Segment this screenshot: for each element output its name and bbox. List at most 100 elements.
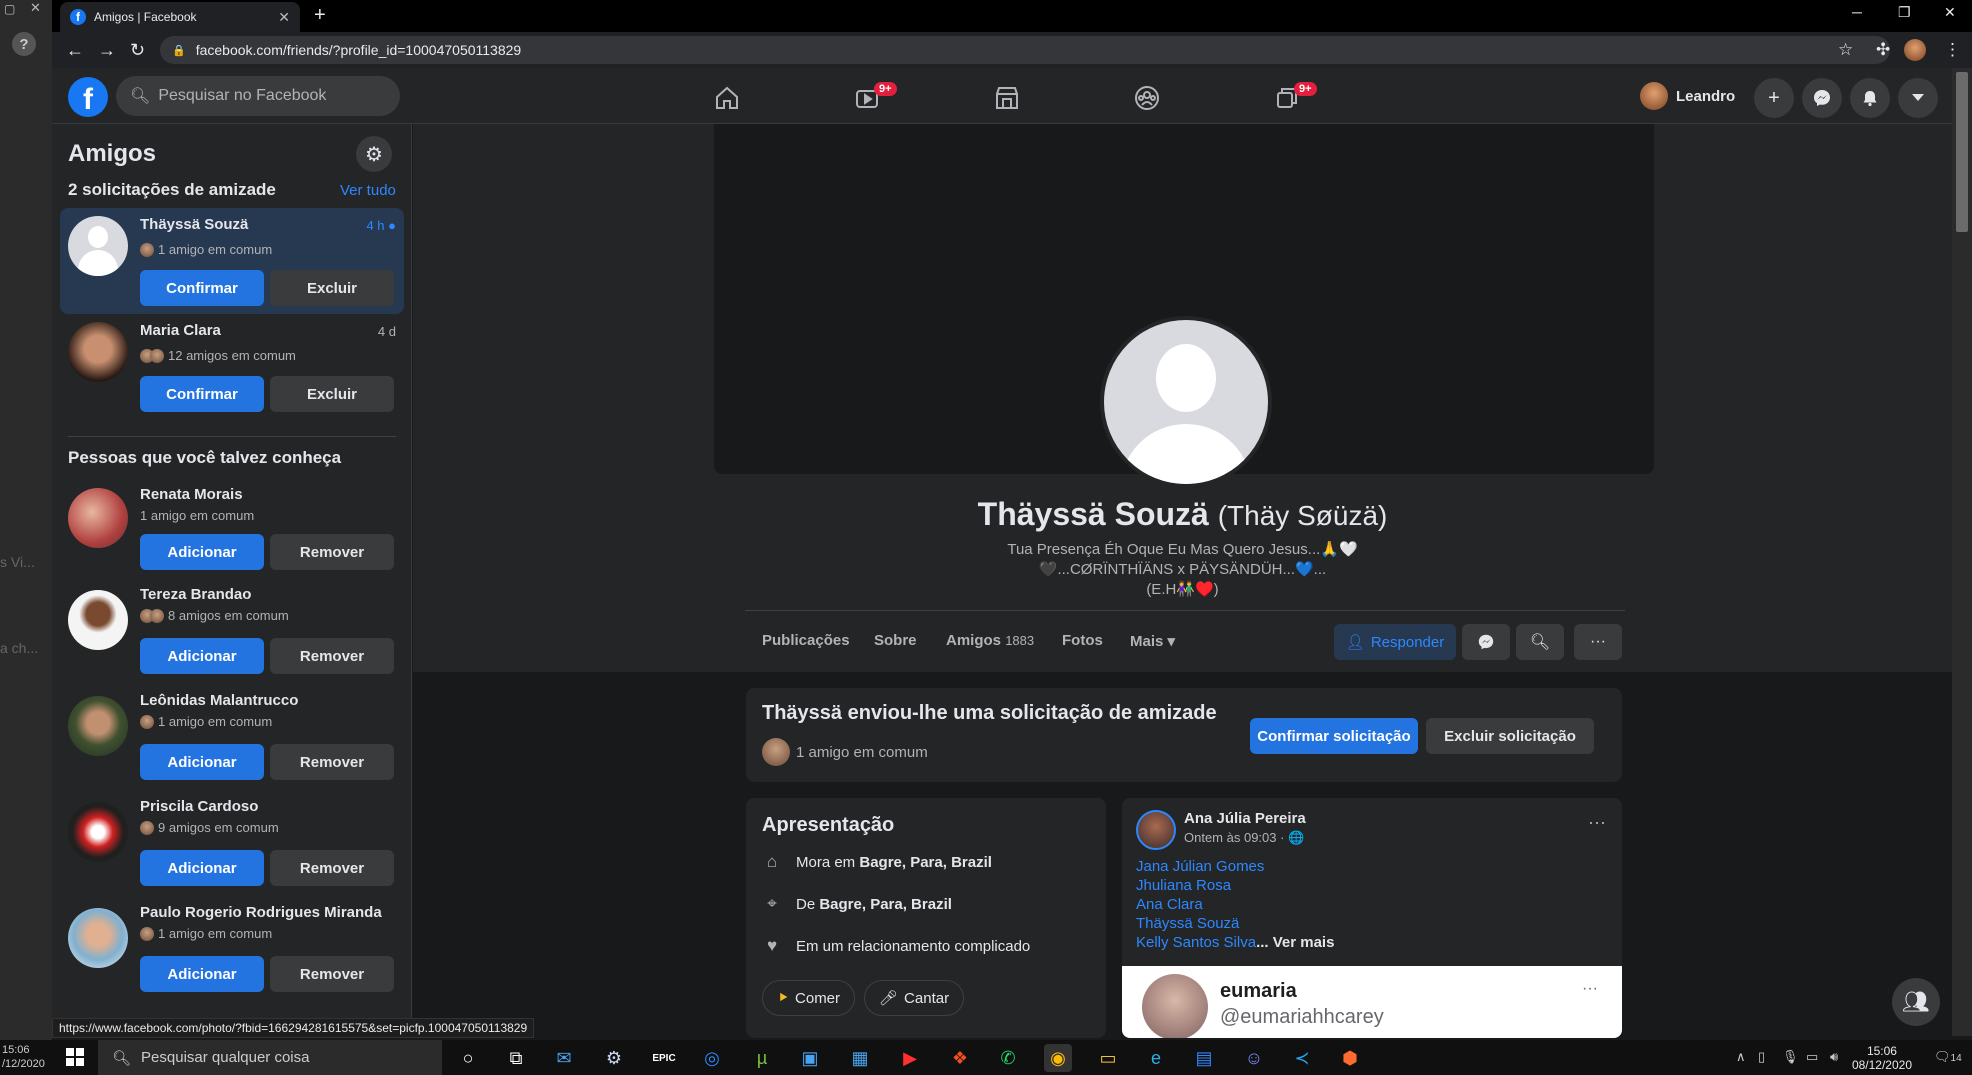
new-message-fab[interactable]: 👥︎ [1892, 978, 1940, 1026]
home-nav-icon[interactable] [672, 76, 782, 120]
groups-nav-icon[interactable] [1092, 76, 1202, 120]
close-window-icon[interactable]: ✕ [1944, 4, 1956, 21]
remove-button[interactable]: Remover [270, 744, 394, 780]
more-dots-icon[interactable]: ··· [1582, 980, 1598, 998]
app-icon[interactable]: ⬢ [1336, 1044, 1364, 1072]
delete-button[interactable]: Excluir [270, 376, 394, 412]
suggestion-item[interactable]: Priscila Cardoso 9 amigos em comum Adici… [60, 798, 404, 904]
tab-about[interactable]: Sobre [874, 632, 917, 649]
tab-posts[interactable]: Publicações [762, 632, 850, 649]
speaker-icon[interactable]: 🔊︎ [1830, 1049, 1838, 1065]
tagged-person-link[interactable]: Thäyssä Souzä [1136, 915, 1239, 932]
forward-arrow-icon[interactable]: → [98, 40, 116, 61]
mail-icon[interactable]: ✉ [550, 1044, 578, 1072]
tab-more[interactable]: Mais ▾ [1130, 632, 1175, 650]
see-all-link[interactable]: Ver tudo [340, 182, 396, 199]
search-input[interactable] [158, 87, 379, 105]
tray-icon[interactable]: ▯ [1758, 1049, 1765, 1065]
edge-icon[interactable]: e [1142, 1044, 1170, 1072]
restore-icon[interactable]: ▢ [4, 2, 15, 16]
reload-icon[interactable]: ↻ [130, 40, 145, 61]
request-name[interactable]: Thäyssä Souzä [140, 216, 248, 233]
post-author[interactable]: Ana Júlia Pereira [1184, 810, 1306, 827]
messenger-button[interactable] [1802, 78, 1842, 118]
tab-photos[interactable]: Fotos [1062, 632, 1103, 649]
windows-start-icon[interactable] [66, 1048, 84, 1066]
confirm-button[interactable]: Confirmar [140, 270, 264, 306]
add-friend-button[interactable]: Adicionar [140, 638, 264, 674]
back-arrow-icon[interactable]: ← [66, 40, 84, 61]
tab-close-icon[interactable]: ✕ [278, 9, 290, 26]
delete-request-button[interactable]: Excluir solicitação [1426, 718, 1594, 754]
add-friend-button[interactable]: Adicionar [140, 744, 264, 780]
settings-gear-icon[interactable]: ⚙ [356, 136, 392, 172]
notifications-button[interactable] [1850, 78, 1890, 118]
new-tab-button[interactable]: + [314, 4, 326, 27]
suggestion-item[interactable]: Tereza Brandao 8 amigos em comum Adicion… [60, 586, 404, 692]
extensions-puzzle-icon[interactable]: ✣ [1876, 40, 1890, 60]
message-button[interactable] [1462, 624, 1510, 660]
address-bar[interactable]: 🔒 facebook.com/friends/?profile_id=10004… [160, 36, 1890, 64]
account-menu-button[interactable] [1898, 78, 1938, 118]
confirm-request-button[interactable]: Confirmar solicitação [1250, 718, 1418, 754]
see-more-link[interactable]: ... Ver mais [1256, 934, 1334, 951]
tagged-person-link[interactable]: Ana Clara [1136, 896, 1203, 913]
suggestion-name[interactable]: Priscila Cardoso [140, 798, 258, 815]
calculator-icon[interactable]: ▦ [846, 1044, 874, 1072]
search-profile-button[interactable]: 🔍︎ [1516, 624, 1564, 660]
friend-request-item[interactable]: Thäyssä Souzä 4 h ● 1 amigo em comum Con… [60, 208, 404, 314]
whatsapp-icon[interactable]: ✆ [994, 1044, 1022, 1072]
tagged-person-link[interactable]: Jhuliana Rosa [1136, 877, 1231, 894]
youtube-icon[interactable]: ▶ [896, 1044, 924, 1072]
suggestion-item[interactable]: Renata Morais 1 amigo em comum Adicionar… [60, 480, 404, 586]
steam-icon[interactable]: ⚙ [600, 1044, 628, 1072]
close-icon[interactable]: ✕ [30, 0, 41, 16]
trello-icon[interactable]: ▤ [1190, 1044, 1218, 1072]
utorrent-icon[interactable]: µ [748, 1044, 776, 1072]
confirm-button[interactable]: Confirmar [140, 376, 264, 412]
suggestion-name[interactable]: Renata Morais [140, 486, 243, 503]
add-friend-button[interactable]: Adicionar [140, 850, 264, 886]
suggestion-item[interactable]: Paulo Rogerio Rodrigues Miranda 1 amigo … [60, 904, 404, 1010]
remove-button[interactable]: Remover [270, 850, 394, 886]
tray-chevron-icon[interactable]: ∧ [1736, 1049, 1746, 1065]
app-icon[interactable]: ◎ [698, 1044, 726, 1072]
chrome-icon[interactable]: ◉ [1044, 1044, 1072, 1072]
delete-button[interactable]: Excluir [270, 270, 394, 306]
marketplace-nav-icon[interactable] [952, 76, 1062, 120]
hobby-chip[interactable]: 🎤︎ Cantar [864, 980, 965, 1016]
profile-chip[interactable]: Leandro [1636, 78, 1743, 114]
taskbar-search[interactable]: 🔍︎ Pesquisar qualquer coisa [98, 1040, 442, 1075]
help-icon[interactable]: ? [12, 32, 36, 56]
gaming-nav-icon[interactable]: 9+ [1232, 76, 1342, 120]
remove-button[interactable]: Remover [270, 638, 394, 674]
figma-icon[interactable]: ❖ [946, 1044, 974, 1072]
add-friend-button[interactable]: Adicionar [140, 956, 264, 992]
store-icon[interactable]: ▣ [796, 1044, 824, 1072]
browser-tab[interactable]: f Amigos | Facebook ✕ [60, 2, 300, 32]
scrollbar[interactable] [1952, 68, 1972, 1036]
suggestion-name[interactable]: Leônidas Malantrucco [140, 692, 298, 709]
chrome-menu-icon[interactable]: ⋮ [1944, 40, 1961, 60]
suggestion-name[interactable]: Paulo Rogerio Rodrigues Miranda [140, 904, 382, 921]
scrollbar-thumb[interactable] [1956, 72, 1968, 232]
file-explorer-icon[interactable]: ▭ [1094, 1044, 1122, 1072]
request-name[interactable]: Maria Clara [140, 322, 221, 339]
suggestion-item[interactable]: Leônidas Malantrucco 1 amigo em comum Ad… [60, 692, 404, 798]
watch-nav-icon[interactable]: 9+ [812, 76, 922, 120]
embedded-post[interactable]: eumaria @eumariahhcarey ··· [1122, 966, 1622, 1038]
add-friend-button[interactable]: Adicionar [140, 534, 264, 570]
facebook-search[interactable]: 🔍︎ [116, 76, 400, 116]
avatar[interactable] [1136, 810, 1176, 850]
task-view-icon[interactable]: ⧉ [502, 1044, 530, 1072]
epic-games-icon[interactable]: EPIC [650, 1044, 678, 1072]
facebook-logo[interactable]: f [68, 77, 108, 117]
hobby-chip[interactable]: ⯈ Comer [762, 980, 856, 1016]
post-options-icon[interactable]: ··· [1588, 812, 1606, 833]
bookmark-star-icon[interactable]: ☆ [1838, 40, 1853, 60]
more-options-button[interactable]: ··· [1574, 624, 1622, 660]
notification-center-icon[interactable]: 🗨︎14 [1934, 1049, 1962, 1065]
chrome-profile-avatar[interactable] [1904, 39, 1926, 61]
microphone-icon[interactable]: 🎙︎ [1782, 1049, 1799, 1065]
tagged-person-link[interactable]: Jana Júlian Gomes [1136, 858, 1264, 875]
